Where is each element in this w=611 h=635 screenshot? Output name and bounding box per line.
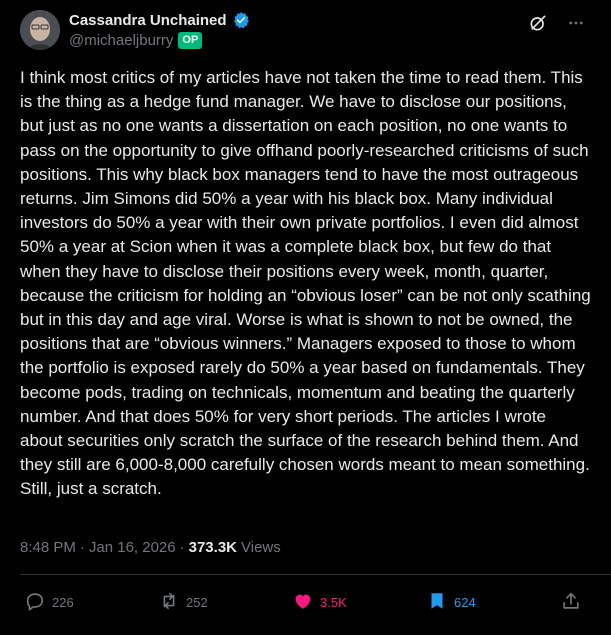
top-actions	[527, 12, 587, 34]
author-name-row[interactable]: Cassandra Unchained	[69, 11, 250, 29]
author-display-name[interactable]: Cassandra Unchained	[69, 12, 227, 29]
bookmark-button[interactable]: 624	[426, 590, 476, 615]
reply-icon	[24, 590, 46, 615]
verified-icon	[232, 11, 250, 29]
post-meta: 8:48 PM · Jan 16, 2026 · 373.3K Views	[20, 539, 281, 556]
author-handle[interactable]: @michaeljburry	[69, 32, 173, 49]
reply-count: 226	[52, 595, 74, 610]
like-icon	[292, 590, 314, 615]
grok-icon[interactable]	[527, 12, 549, 34]
bookmark-icon	[426, 590, 448, 615]
divider	[20, 574, 611, 575]
share-icon	[560, 590, 582, 615]
repost-icon	[158, 590, 180, 615]
repost-button[interactable]: 252	[158, 590, 208, 615]
reply-button[interactable]: 226	[24, 590, 74, 615]
author-handle-row: @michaeljburry OP	[69, 32, 203, 49]
meta-separator: ·	[79, 539, 85, 556]
post-time[interactable]: 8:48 PM	[20, 539, 76, 556]
avatar[interactable]	[20, 10, 60, 50]
op-badge: OP	[178, 32, 203, 49]
meta-separator-2: ·	[179, 539, 185, 556]
share-button[interactable]	[560, 590, 582, 615]
like-count: 3.5K	[320, 595, 347, 610]
views-label: Views	[241, 539, 281, 556]
post-text: I think most critics of my articles have…	[20, 68, 591, 499]
repost-count: 252	[186, 595, 208, 610]
like-button[interactable]: 3.5K	[292, 590, 347, 615]
more-icon[interactable]	[565, 12, 587, 34]
post-container: Cassandra Unchained @michaeljburry OP I …	[0, 0, 611, 635]
post-date[interactable]: Jan 16, 2026	[89, 539, 176, 556]
bookmark-count: 624	[454, 595, 476, 610]
action-bar: 226 252 3.5K 624	[20, 590, 590, 614]
views-count: 373.3K	[188, 539, 237, 556]
